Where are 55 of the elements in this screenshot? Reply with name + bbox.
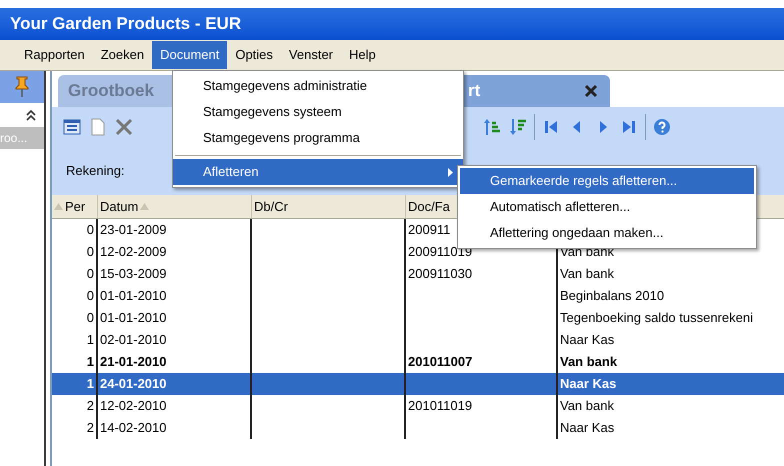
table-row[interactable]: 0 15-03-2009 200911030 Van bank xyxy=(52,263,784,285)
table-cell-text: 2 xyxy=(86,419,94,438)
table-row[interactable]: 2 14-02-2010 Naar Kas xyxy=(52,417,784,439)
table-cell-text: 12-02-2010 xyxy=(100,397,166,416)
table-cell-text: Van bank xyxy=(560,353,618,372)
table-cell-text: 14-02-2010 xyxy=(100,419,166,438)
table-cell-text: 02-01-2010 xyxy=(100,331,166,350)
table-cell-text: 0 xyxy=(86,221,94,240)
table-cell-text: 15-03-2009 xyxy=(100,265,166,284)
column-header[interactable]: Per xyxy=(52,195,98,218)
column-header[interactable]: Db/Cr xyxy=(252,195,406,218)
table-cell-text: 0 xyxy=(86,287,94,306)
menu-item[interactable]: Document xyxy=(152,41,228,69)
table-cell-text: 1 xyxy=(86,353,94,372)
table-cell-text: 201011019 xyxy=(408,397,472,416)
table-cell-text: 200911030 xyxy=(408,265,472,284)
table-cell-text: 1 xyxy=(86,375,94,394)
table-cell-text: 200911 xyxy=(408,221,450,240)
table-cell-text: Van bank xyxy=(560,397,614,416)
table-row[interactable]: 0 01-01-2010 Beginbalans 2010 xyxy=(52,285,784,307)
table-cell-text: 0 xyxy=(86,243,94,262)
column-header[interactable]: Datum xyxy=(98,195,252,218)
table-row[interactable]: 1 24-01-2010 Naar Kas xyxy=(52,373,784,395)
table-cell-text: 1 xyxy=(86,331,94,350)
menu-entry[interactable]: Afletteren xyxy=(173,159,463,185)
table-cell-text: 2 xyxy=(86,397,94,416)
table-row[interactable]: 0 01-01-2010 Tegenboeking saldo tussenrekeni xyxy=(52,307,784,329)
table-cell-text: Naar Kas xyxy=(560,419,614,438)
menu-item[interactable]: Rapporten xyxy=(16,41,93,69)
table-cell-text: 0 xyxy=(86,265,94,284)
table-cell-text: Beginbalans 2010 xyxy=(560,287,664,306)
table-cell-text: 01-01-2010 xyxy=(100,287,166,306)
table-cell-text: Tegenboeking saldo tussenrekeni xyxy=(560,309,753,328)
table-cell-text: 201011007 xyxy=(408,353,472,372)
table-cell-text: 12-02-2009 xyxy=(100,243,166,262)
table-cell-text: 0 xyxy=(86,309,94,328)
table-row[interactable]: 1 02-01-2010 Naar Kas xyxy=(52,329,784,351)
table-cell-text: 24-01-2010 xyxy=(100,375,166,394)
window-title: Your Garden Products - EUR xyxy=(10,13,242,36)
table-cell-text: Van bank xyxy=(560,265,614,284)
table-cell-text: Naar Kas xyxy=(560,331,614,350)
table-row[interactable]: 2 12-02-2010 201011019 Van bank xyxy=(52,395,784,417)
menu-item[interactable]: Zoeken xyxy=(92,41,152,69)
table-cell-text: 23-01-2009 xyxy=(100,221,166,240)
table-cell-text: 01-01-2010 xyxy=(100,309,166,328)
menu-entry[interactable]: Gemarkeerde regels afletteren... xyxy=(460,168,754,194)
account-label: Rekening: xyxy=(66,162,125,180)
table-cell-text: 21-01-2010 xyxy=(100,353,166,372)
menu-item[interactable]: Opties xyxy=(227,41,281,69)
menu-entry[interactable]: Automatisch afletteren... xyxy=(460,194,754,220)
menu-item[interactable]: Help xyxy=(341,41,384,69)
table-cell-text: Naar Kas xyxy=(560,375,616,394)
menu-entry[interactable]: Stamgegevens programma xyxy=(173,125,463,151)
menu-entry[interactable]: Aflettering ongedaan maken... xyxy=(460,220,754,246)
menu-item[interactable]: Venster xyxy=(280,41,342,69)
